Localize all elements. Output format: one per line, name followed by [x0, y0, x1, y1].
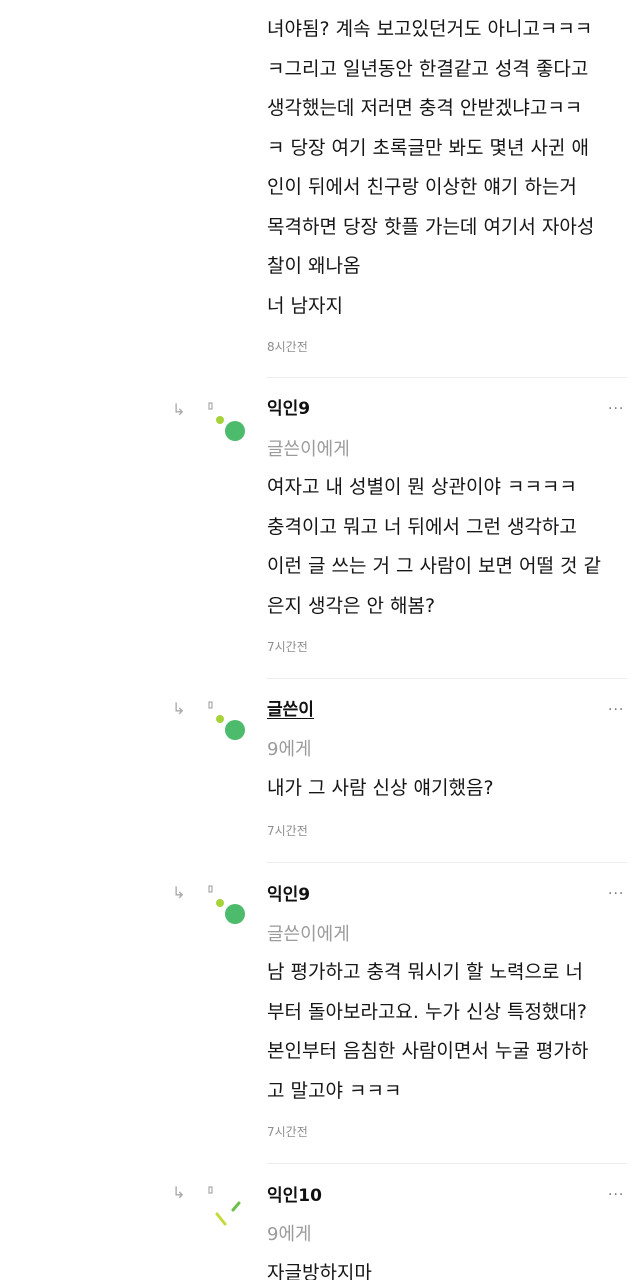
- comment-timestamp: 8시간전: [267, 340, 308, 354]
- avatar[interactable]: [206, 1184, 250, 1228]
- reply-arrow-icon: ↳: [172, 400, 186, 419]
- reply-recipient: 9에게: [267, 739, 312, 760]
- comment-author[interactable]: 글쓴이: [267, 699, 314, 721]
- more-dots-icon[interactable]: ···: [608, 402, 624, 416]
- reply-arrow-icon: ↳: [172, 699, 186, 718]
- comment-body: 여자고 내 성별이 뭔 상관이야 ㅋㅋㅋㅋ 충격이고 뭐고 너 뒤에서 그런 생…: [267, 468, 632, 626]
- comment-line: 인이 뒤에서 친구랑 이상한 얘기 하는거: [267, 176, 577, 198]
- reply-recipient: 글쓴이에게: [267, 924, 350, 945]
- comment-item: ↳ 익인10 ··· 9에게 자글방하지마: [0, 1164, 640, 1280]
- comment-item: ↳ 익인9 ··· 글쓴이에게 여자고 내 성별이 뭔 상관이야 ㅋㅋㅋㅋ 충격…: [0, 378, 640, 678]
- reply-arrow-icon: ↳: [172, 883, 186, 902]
- avatar-icon: [208, 885, 245, 924]
- avatar-icon: [208, 701, 245, 740]
- comment-item: ↳ 글쓴이 ··· 9에게 내가 그 사람 신상 얘기했음? 7시간전: [0, 679, 640, 862]
- comment-line: 이런 글 쓰는 거 그 사람이 보면 어떨 것 같: [267, 555, 602, 577]
- comment-line: 녀야됨? 계속 보고있던거도 아니고ㅋㅋㅋ: [267, 18, 593, 40]
- comment-item: ↳ 익인9 ··· 글쓴이에게 남 평가하고 충격 뭐시기 할 노력으로 너 부…: [0, 863, 640, 1163]
- reply-recipient: 9에게: [267, 1224, 312, 1245]
- avatar-icon: [208, 402, 245, 441]
- comment-author[interactable]: 익인9: [267, 398, 310, 420]
- comment-line: 충격이고 뭐고 너 뒤에서 그런 생각하고: [267, 515, 577, 538]
- comment-timestamp: 7시간전: [267, 824, 308, 838]
- more-dots-icon[interactable]: ···: [608, 1188, 624, 1202]
- comment-line: 본인부터 음침한 사람이면서 누굴 평가하: [267, 1040, 589, 1062]
- more-dots-icon[interactable]: ···: [608, 887, 624, 901]
- avatar[interactable]: [206, 400, 250, 444]
- comment-thread: 녀야됨? 계속 보고있던거도 아니고ㅋㅋㅋ ㅋ그리고 일년동안 한결같고 성격 …: [0, 0, 640, 1280]
- comment-line: 찰이 왜나옴: [267, 255, 361, 277]
- comment-timestamp: 7시간전: [267, 1125, 308, 1139]
- comment-item: 녀야됨? 계속 보고있던거도 아니고ㅋㅋㅋ ㅋ그리고 일년동안 한결같고 성격 …: [0, 0, 640, 378]
- comment-line: 너 남자지: [267, 294, 343, 317]
- comment-line: 내가 그 사람 신상 얘기했음?: [267, 777, 494, 799]
- comment-line: 여자고 내 성별이 뭔 상관이야 ㅋㅋㅋㅋ: [267, 476, 577, 498]
- comment-line: 부터 돌아보라고요. 누가 신상 특정했대?: [267, 1000, 587, 1023]
- comment-timestamp: 7시간전: [267, 640, 308, 654]
- comment-author[interactable]: 익인10: [267, 1185, 322, 1207]
- comment-line: 자글방하지마: [267, 1262, 372, 1280]
- comment-line: 생각했는데 저러면 충격 안받겠냐고ㅋㅋ: [267, 97, 583, 119]
- comment-body: 자글방하지마: [267, 1254, 632, 1280]
- comment-line: 목격하면 당장 핫플 가는데 여기서 자아성: [267, 215, 595, 238]
- comment-body: 남 평가하고 충격 뭐시기 할 노력으로 너 부터 돌아보라고요. 누가 신상 …: [267, 953, 632, 1111]
- more-dots-icon[interactable]: ···: [608, 703, 624, 717]
- avatar-icon: [208, 1186, 241, 1226]
- comment-body: 녀야됨? 계속 보고있던거도 아니고ㅋㅋㅋ ㅋ그리고 일년동안 한결같고 성격 …: [267, 10, 632, 326]
- comment-author[interactable]: 익인9: [267, 884, 310, 906]
- comment-body: 내가 그 사람 신상 얘기했음?: [267, 769, 632, 809]
- comment-line: 은지 생각은 안 해봄?: [267, 594, 436, 617]
- comment-line: 고 말고야 ㅋㅋㅋ: [267, 1079, 402, 1102]
- comment-line: ㅋ 당장 여기 초록글만 봐도 몇년 사귄 애: [267, 136, 589, 159]
- comment-line: 남 평가하고 충격 뭐시기 할 노력으로 너: [267, 961, 583, 983]
- avatar[interactable]: [206, 883, 250, 927]
- avatar[interactable]: [206, 699, 250, 743]
- comment-line: ㅋ그리고 일년동안 한결같고 성격 좋다고: [267, 57, 589, 80]
- reply-arrow-icon: ↳: [172, 1183, 186, 1202]
- reply-recipient: 글쓴이에게: [267, 439, 350, 460]
